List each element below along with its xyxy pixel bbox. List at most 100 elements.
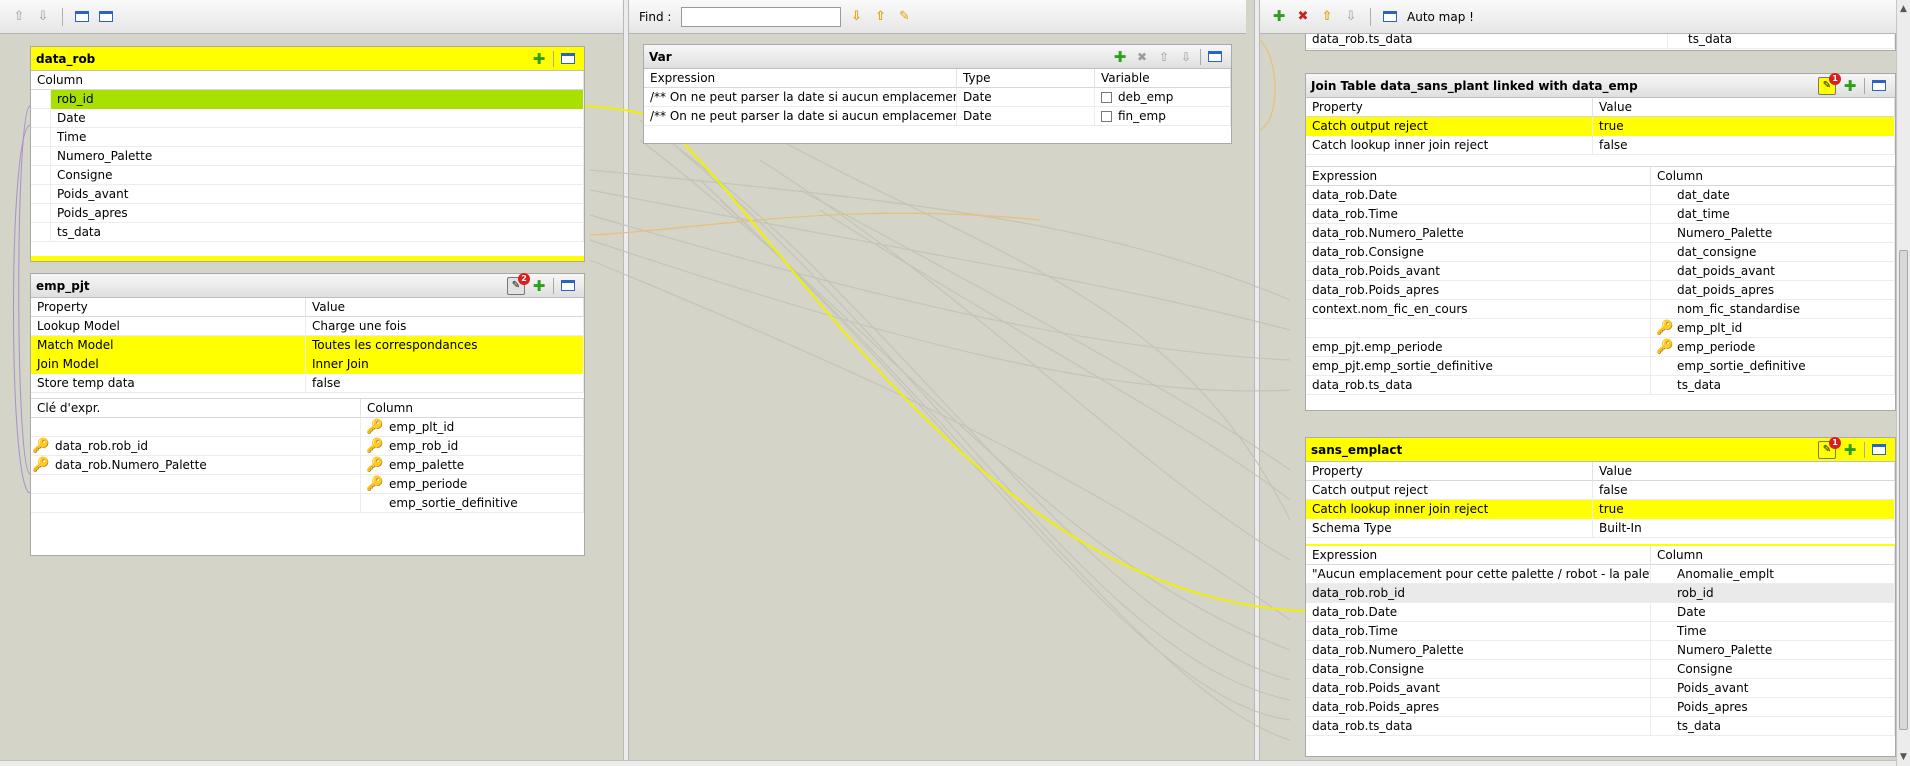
column-name-cell[interactable]: rob_id: [51, 89, 584, 109]
join-table-header[interactable]: Join Table data_sans_plant linked with d…: [1306, 72, 1895, 98]
expression-cell[interactable]: /** On ne peut parser la date si aucun e…: [644, 87, 957, 107]
expression-key-cell[interactable]: [31, 493, 361, 513]
add-column-icon[interactable]: ✚: [1842, 77, 1858, 95]
property-name-cell[interactable]: Lookup Model: [31, 316, 306, 336]
property-value-cell[interactable]: true: [1593, 499, 1895, 519]
move-up-icon[interactable]: ⇧: [10, 8, 28, 26]
move-up-icon[interactable]: ⇧: [1318, 8, 1336, 26]
expression-cell[interactable]: data_rob.Consigne: [1306, 659, 1651, 679]
column-cell[interactable]: Time: [1651, 621, 1895, 641]
column-cell[interactable]: dat_date: [1651, 185, 1895, 205]
table-row[interactable]: data_rob.Numero_Palette Numero_Palette: [1306, 640, 1895, 660]
expression-cell[interactable]: data_rob.Poids_apres: [1306, 280, 1651, 300]
add-column-icon[interactable]: ✚: [1842, 441, 1858, 459]
column-cell[interactable]: 🔑 emp_plt_id: [1651, 318, 1895, 338]
restore-all-icon[interactable]: [97, 8, 115, 26]
expression-cell[interactable]: data_rob.Time: [1306, 204, 1651, 224]
column-cell[interactable]: Poids_avant: [1651, 678, 1895, 698]
column-name-cell[interactable]: Poids_avant: [51, 184, 584, 204]
property-row[interactable]: Join Model Inner Join: [31, 354, 584, 374]
column-cell[interactable]: Numero_Palette: [1651, 640, 1895, 660]
find-input[interactable]: [681, 6, 842, 27]
column-cell[interactable]: 🔑 emp_periode: [361, 474, 584, 494]
column-name-cell[interactable]: ts_data: [51, 222, 584, 242]
expression-cell[interactable]: emp_pjt.emp_periode: [1306, 337, 1651, 357]
property-name-cell[interactable]: Catch lookup inner join reject: [1306, 499, 1593, 519]
table-row[interactable]: Poids_apres: [31, 203, 584, 223]
table-row[interactable]: Time: [31, 127, 584, 147]
scroll-up-icon[interactable]: ▲: [1897, 2, 1910, 16]
move-down-icon[interactable]: ⇩: [1342, 8, 1360, 26]
expression-cell[interactable]: [1306, 318, 1651, 338]
expression-cell[interactable]: emp_pjt.emp_sortie_definitive: [1306, 356, 1651, 376]
table-row[interactable]: data_rob.Time dat_time: [1306, 204, 1895, 224]
filter-icon[interactable]: ✎ 2: [507, 272, 530, 295]
table-row[interactable]: data_rob.Date Date: [1306, 602, 1895, 622]
add-variable-icon[interactable]: ✚: [1112, 48, 1128, 66]
property-name-cell[interactable]: Catch output reject: [1306, 480, 1593, 500]
property-row[interactable]: Store temp data false: [31, 373, 584, 393]
add-column-icon[interactable]: ✚: [531, 277, 547, 295]
column-cell[interactable]: Consigne: [1651, 659, 1895, 679]
minimize-table-icon[interactable]: [1207, 49, 1223, 65]
minimize-all-icon[interactable]: [73, 8, 91, 26]
minimize-table-icon[interactable]: [1871, 78, 1887, 94]
property-value-cell[interactable]: true: [1593, 116, 1895, 136]
expression-cell[interactable]: data_rob.Numero_Palette: [1306, 223, 1651, 243]
expression-cell[interactable]: "Aucun emplacement pour cette palette / …: [1306, 564, 1651, 584]
table-row[interactable]: data_rob.Poids_apres Poids_apres: [1306, 697, 1895, 717]
property-value-cell[interactable]: Toutes les correspondances: [306, 335, 584, 355]
table-row[interactable]: data_rob.ts_data ts_data: [1306, 375, 1895, 395]
property-value-cell[interactable]: false: [306, 373, 584, 393]
output-scrollbar[interactable]: ▲ ▼: [1896, 0, 1910, 766]
column-cell[interactable]: 🔑 emp_periode: [1651, 337, 1895, 357]
column-cell[interactable]: ts_data: [1651, 375, 1895, 395]
column-cell[interactable]: Poids_apres: [1651, 697, 1895, 717]
property-row[interactable]: Lookup Model Charge une fois: [31, 316, 584, 336]
expression-cell[interactable]: data_rob.Consigne: [1306, 242, 1651, 262]
expression-key-cell[interactable]: 🔑 data_rob.Numero_Palette: [31, 455, 361, 475]
table-row[interactable]: data_rob.Poids_avant Poids_avant: [1306, 678, 1895, 698]
column-cell[interactable]: emp_sortie_definitive: [361, 493, 584, 513]
checkbox-icon[interactable]: [1101, 110, 1112, 122]
column-name-cell[interactable]: Poids_apres: [51, 203, 584, 223]
expression-cell[interactable]: data_rob.Poids_avant: [1306, 261, 1651, 281]
column-cell[interactable]: dat_consigne: [1651, 242, 1895, 262]
table-row[interactable]: data_rob.Poids_apres dat_poids_apres: [1306, 280, 1895, 300]
filter-icon[interactable]: ✎ 1: [1818, 72, 1841, 95]
table-row[interactable]: 🔑 data_rob.rob_id 🔑 emp_rob_id: [31, 436, 584, 456]
property-name-cell[interactable]: Catch output reject: [1306, 116, 1593, 136]
table-row[interactable]: data_rob.rob_id rob_id: [1306, 583, 1895, 603]
scroll-down-icon[interactable]: ▼: [1897, 750, 1910, 764]
property-row[interactable]: Catch lookup inner join reject true: [1306, 499, 1895, 519]
column-cell[interactable]: Anomalie_emplt: [1651, 564, 1895, 584]
property-row[interactable]: Catch output reject true: [1306, 116, 1895, 136]
type-cell[interactable]: Date: [957, 87, 1095, 107]
move-up-icon[interactable]: ⇧: [1156, 49, 1172, 65]
column-cell[interactable]: emp_sortie_definitive: [1651, 356, 1895, 376]
property-row[interactable]: Catch output reject false: [1306, 480, 1895, 500]
table-row[interactable]: Date: [31, 108, 584, 128]
move-down-icon[interactable]: ⇩: [1178, 49, 1194, 65]
table-row[interactable]: data_rob.Consigne dat_consigne: [1306, 242, 1895, 262]
column-name-cell[interactable]: Date: [51, 108, 584, 128]
column-name-cell[interactable]: Numero_Palette: [51, 146, 584, 166]
table-row[interactable]: Numero_Palette: [31, 146, 584, 166]
minimize-table-icon[interactable]: [1871, 442, 1887, 458]
table-row[interactable]: emp_pjt.emp_periode 🔑 emp_periode: [1306, 337, 1895, 357]
expression-cell[interactable]: data_rob.ts_data: [1306, 375, 1651, 395]
expression-cell[interactable]: data_rob.Poids_apres: [1306, 697, 1651, 717]
find-previous-icon[interactable]: ⇧: [871, 8, 889, 26]
type-cell[interactable]: Date: [957, 106, 1095, 126]
table-row[interactable]: ts_data: [31, 222, 584, 242]
emp-pjt-header[interactable]: emp_pjt ✎ 2 ✚: [31, 272, 584, 298]
column-cell[interactable]: 🔑 emp_plt_id: [361, 417, 584, 437]
expression-cell[interactable]: /** On ne peut parser la date si aucun e…: [644, 106, 957, 126]
table-row[interactable]: data_rob.Time Time: [1306, 621, 1895, 641]
minimize-table-icon[interactable]: [560, 51, 576, 67]
expression-cell[interactable]: data_rob.rob_id: [1306, 583, 1651, 603]
table-row[interactable]: data_rob.Numero_Palette Numero_Palette: [1306, 223, 1895, 243]
table-row[interactable]: 🔑 emp_plt_id: [31, 417, 584, 437]
column-cell[interactable]: nom_fic_standardise: [1651, 299, 1895, 319]
table-row[interactable]: 🔑 emp_periode: [31, 474, 584, 494]
